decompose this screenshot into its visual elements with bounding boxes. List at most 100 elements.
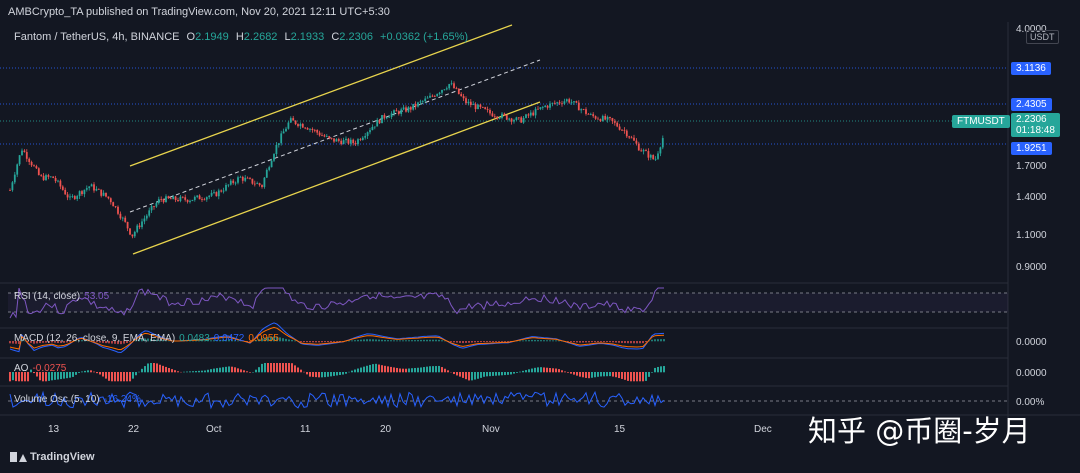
candle-body (311, 128, 314, 131)
macd-histogram-bar (603, 341, 605, 342)
candle-body (448, 84, 451, 89)
ao-histogram-bar (417, 367, 419, 373)
candle-body (465, 98, 467, 104)
tradingview-footer[interactable]: TradingView (10, 451, 95, 463)
candle-body (186, 199, 189, 202)
ao-histogram-bar (345, 372, 347, 374)
ao-histogram-bar (660, 366, 662, 373)
ao-histogram-bar (492, 372, 494, 376)
ao-histogram-bar (501, 372, 503, 376)
ao-histogram-bar (132, 372, 134, 379)
candle-body (112, 202, 115, 207)
candle-body (172, 196, 175, 200)
candle-body (16, 164, 19, 175)
ao-histogram-bar (144, 366, 146, 373)
candle-body (165, 196, 167, 203)
price-chart[interactable]: 4.0000 1.7000 1.4000 1.1000 0.9000 0.000… (0, 0, 1080, 473)
candle-body (441, 89, 443, 93)
candle-body (630, 137, 633, 139)
ao-histogram-bar (150, 363, 152, 373)
macd-histogram-bar (300, 341, 302, 342)
channel-upper-line (129, 24, 513, 167)
candle-body (633, 137, 635, 141)
macd-histogram-bar (402, 340, 404, 342)
symbol-legend[interactable]: Fantom / TetherUS, 4h, BINANCE O2.1949 H… (14, 31, 468, 43)
candle-body (145, 215, 148, 219)
ao-histogram-bar (444, 368, 446, 373)
vol-legend[interactable]: Volume Osc (5, 10) -16.24% (14, 394, 141, 405)
ao-histogram-bar (165, 366, 167, 373)
macd-histogram-bar (372, 339, 374, 342)
candle-body (23, 150, 26, 153)
candle-body (553, 102, 556, 104)
currency-unit-label[interactable]: USDT (1026, 30, 1059, 44)
ao-histogram-bar (351, 370, 353, 373)
candle-body (318, 132, 321, 136)
candle-body (385, 117, 388, 119)
candle-body (378, 119, 381, 124)
macd-histogram-bar (654, 339, 656, 342)
candle-body (573, 101, 575, 103)
ao-histogram-bar (618, 372, 620, 379)
candle-body (119, 213, 122, 219)
candle-body (417, 102, 419, 107)
candle-body (489, 109, 491, 114)
ao-histogram-bar (612, 372, 614, 377)
candle-body (100, 189, 103, 196)
candle-body (381, 115, 383, 124)
rsi-label: RSI (14, close) (14, 291, 81, 302)
macd-histogram-bar (579, 341, 581, 343)
candle-body (479, 104, 482, 107)
macd-histogram-bar (315, 341, 317, 343)
ao-histogram-bar (249, 372, 251, 373)
macd-histogram-bar (435, 339, 437, 342)
candle-body (455, 88, 458, 90)
price-tick-14: 1.4000 (1016, 192, 1047, 203)
candle-body (402, 107, 405, 110)
ao-histogram-bar (456, 372, 458, 376)
candle-body (280, 133, 283, 144)
ao-histogram-bar (594, 372, 596, 378)
candle-body (354, 143, 357, 145)
candle-body (460, 94, 463, 97)
candle-body (155, 203, 158, 207)
candle-body (150, 206, 153, 211)
candle-body (234, 182, 237, 184)
macd-legend[interactable]: MACD (12, 26, close, 9, EMA, EMA) 0.0483 0… (14, 333, 279, 344)
ao-histogram-bar (621, 372, 623, 379)
candle-body (114, 206, 117, 208)
rsi-legend[interactable]: RSI (14, close) 53.05 (14, 291, 109, 302)
candle-body (563, 101, 566, 104)
ao-histogram-bar (633, 372, 635, 382)
macd-histogram-bar (414, 340, 416, 342)
candle-body (126, 221, 129, 229)
ao-histogram-bar (639, 372, 641, 382)
ao-histogram-bar (96, 372, 98, 374)
ao-histogram-bar (261, 363, 263, 373)
candle-body (95, 188, 98, 191)
ao-legend[interactable]: AO -0.0275 (14, 363, 66, 374)
vol-axis-value: 0.00% (1016, 397, 1044, 408)
candle-body (527, 114, 530, 116)
ao-histogram-bar (309, 372, 311, 377)
candle-body (246, 177, 249, 179)
channel-lower-line (132, 101, 541, 255)
macd-histogram-bar (540, 340, 542, 342)
candle-body (13, 174, 16, 183)
macd-histogram-bar (519, 340, 521, 342)
candle-body (606, 117, 609, 120)
candle-body (481, 106, 484, 108)
candle-body (52, 176, 55, 179)
ao-histogram-bar (285, 363, 287, 373)
candle-body (438, 92, 441, 94)
ao-histogram-bar (498, 372, 500, 376)
change-value: +0.0362 (+1.65%) (380, 31, 469, 43)
macd-histogram-bar (528, 340, 530, 342)
time-tick-13: 13 (48, 424, 60, 435)
candle-body (109, 198, 112, 203)
candle-body (325, 136, 328, 137)
candle-body (397, 111, 400, 114)
candle-body (37, 168, 40, 176)
ao-label: AO (14, 363, 29, 374)
ao-histogram-bar (630, 372, 632, 382)
